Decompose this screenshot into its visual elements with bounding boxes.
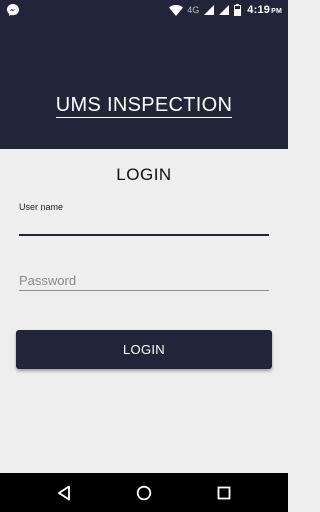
- app-header: UMS INSPECTION: [0, 20, 288, 149]
- login-button[interactable]: LOGIN: [16, 330, 272, 369]
- app-title: UMS INSPECTION: [55, 94, 233, 118]
- navigation-bar: [0, 473, 288, 512]
- login-heading: LOGIN: [116, 165, 172, 184]
- signal-icon: [219, 5, 230, 15]
- clock: 4:19PM: [247, 4, 282, 16]
- recents-icon[interactable]: [214, 483, 234, 503]
- signal-icon: [204, 5, 215, 15]
- status-bar: 4G 4:19PM: [0, 0, 288, 20]
- battery-icon: [234, 4, 242, 16]
- network-type-label: 4G: [187, 5, 200, 15]
- wifi-icon: [169, 4, 184, 16]
- messenger-icon: [6, 3, 20, 17]
- back-icon[interactable]: [54, 483, 74, 503]
- username-input[interactable]: [19, 214, 269, 236]
- username-label: User name: [19, 202, 64, 212]
- home-icon[interactable]: [134, 483, 154, 503]
- password-input[interactable]: [19, 270, 269, 291]
